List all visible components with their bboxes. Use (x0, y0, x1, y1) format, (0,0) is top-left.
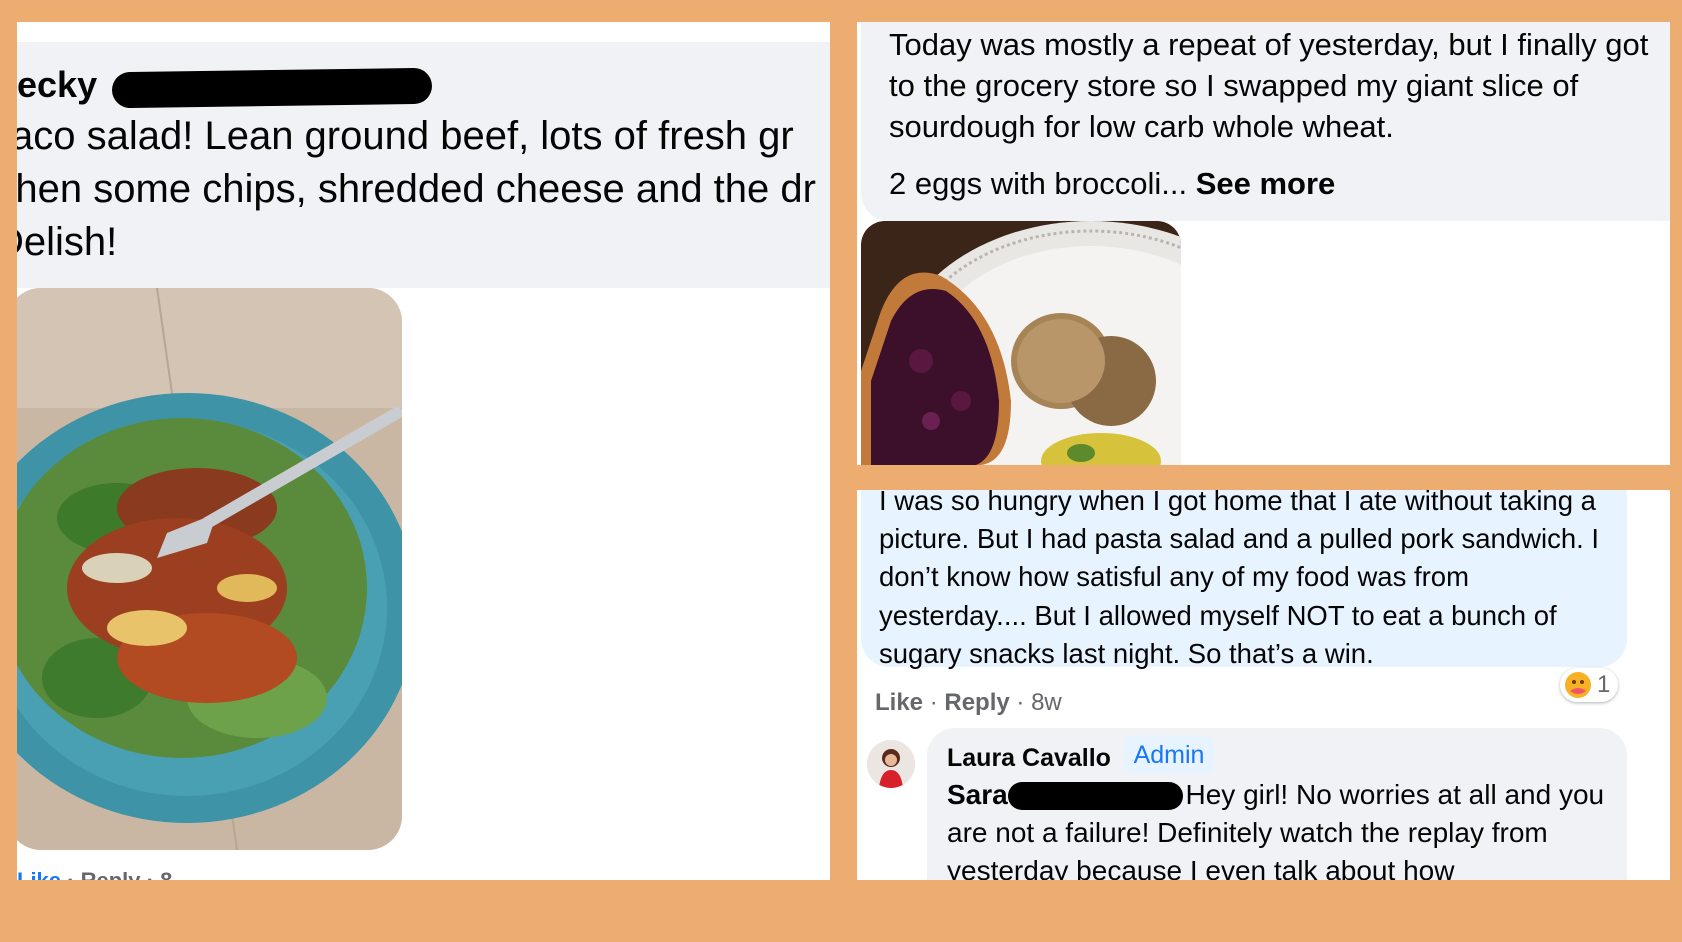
reaction-badge[interactable]: 1 (1560, 668, 1618, 702)
see-more-link[interactable]: See more (1196, 166, 1336, 201)
reaction-count: 1 (1597, 671, 1611, 698)
like-link[interactable]: Like (875, 689, 923, 716)
post-preview: 2 eggs with broccoli... See more (889, 166, 1335, 202)
post-taco-salad: ecky Taco salad! Lean ground beef, lots … (17, 22, 830, 880)
reply-link[interactable]: Reply (944, 689, 1009, 716)
redaction-mark (111, 67, 433, 109)
reply-bubble: Laura Cavallo Admin Sara Hey girl! No wo… (927, 728, 1627, 880)
post-footer: Like · Reply · 8 (17, 868, 172, 880)
post-time: 8 (160, 868, 172, 880)
post-preview-text: 2 eggs with broccoli... (889, 166, 1188, 201)
comment-bubble: I was so hungry when I got home that I a… (861, 490, 1627, 669)
comment-body: I was so hungry when I got home that I a… (879, 490, 1600, 669)
comment-time: 8w (1031, 689, 1062, 716)
mention-tag[interactable]: Sara (947, 779, 1008, 810)
post-author-name[interactable]: ecky (17, 64, 97, 106)
like-link[interactable]: Like (17, 868, 61, 880)
reply-author-name[interactable]: Laura Cavallo (947, 744, 1111, 773)
post-body: Today was mostly a repeat of yesterday, … (889, 27, 1649, 144)
care-reaction-icon (1565, 672, 1591, 698)
comment-thread: I was so hungry when I got home that I a… (857, 490, 1670, 880)
reply-link[interactable]: Reply (81, 868, 141, 880)
comment-actions: Like · Reply · 8w (875, 689, 1062, 716)
post-body-line: Then some chips, shredded cheese and the… (17, 167, 816, 211)
post-breakfast: Today was mostly a repeat of yesterday, … (857, 22, 1670, 465)
post-body: Taco salad! Lean ground beef, lots of fr… (17, 110, 830, 269)
post-bubble: Today was mostly a repeat of yesterday, … (861, 22, 1670, 221)
avatar[interactable] (867, 740, 915, 788)
admin-badge: Admin (1124, 736, 1214, 774)
breakfast-plate-photo[interactable] (861, 221, 1181, 465)
redaction-mark (1008, 782, 1183, 810)
post-body-line: Taco salad! Lean ground beef, lots of fr… (17, 114, 794, 158)
post-body-line: Delish! (17, 220, 118, 264)
taco-salad-photo[interactable] (17, 288, 402, 850)
